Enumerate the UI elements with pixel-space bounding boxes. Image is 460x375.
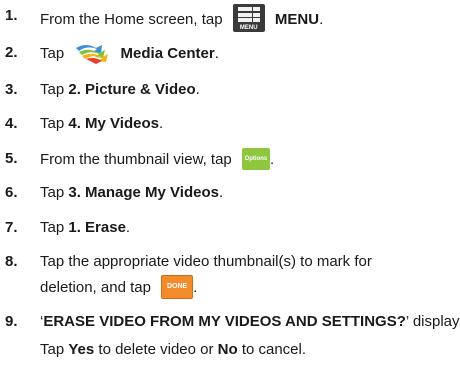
- menu-option-label: 3. Manage My Videos: [68, 184, 219, 201]
- step-number: 4.: [5, 115, 18, 132]
- step-text-line-1: Tap the appropriate video thumbnail(s) t…: [40, 253, 372, 270]
- step-number: 9.: [5, 313, 18, 330]
- step-number: 7.: [5, 219, 18, 236]
- step-text: From the Home screen, tap: [40, 10, 223, 28]
- menu-option-label: 2. Picture & Video: [68, 81, 196, 98]
- step-number: 6.: [5, 184, 18, 201]
- step-number: 3.: [5, 81, 18, 98]
- step-number: 1.: [5, 7, 18, 24]
- done-button-icon: DONE: [161, 275, 194, 299]
- prompt-message: ERASE VIDEO FROM MY VIDEOS AND SETTINGS?: [43, 313, 406, 330]
- media-center-icon: [74, 42, 110, 64]
- step-text: Tap: [40, 44, 65, 62]
- menu-option-label: 1. Erase: [68, 219, 126, 236]
- media-center-label: Media Center: [120, 44, 215, 62]
- menu-icon-caption: MENU: [239, 25, 258, 31]
- options-button-icon: Options: [241, 148, 270, 170]
- step-number: 2.: [5, 44, 18, 61]
- step-number: 5.: [5, 150, 18, 167]
- menu-grid-icon: MENU: [232, 4, 265, 32]
- no-label: No: [217, 341, 238, 358]
- step-number: 8.: [5, 253, 18, 270]
- menu-option-label: 4. My Videos: [68, 115, 159, 132]
- menu-label: MENU: [274, 10, 320, 28]
- yes-label: Yes: [68, 341, 95, 358]
